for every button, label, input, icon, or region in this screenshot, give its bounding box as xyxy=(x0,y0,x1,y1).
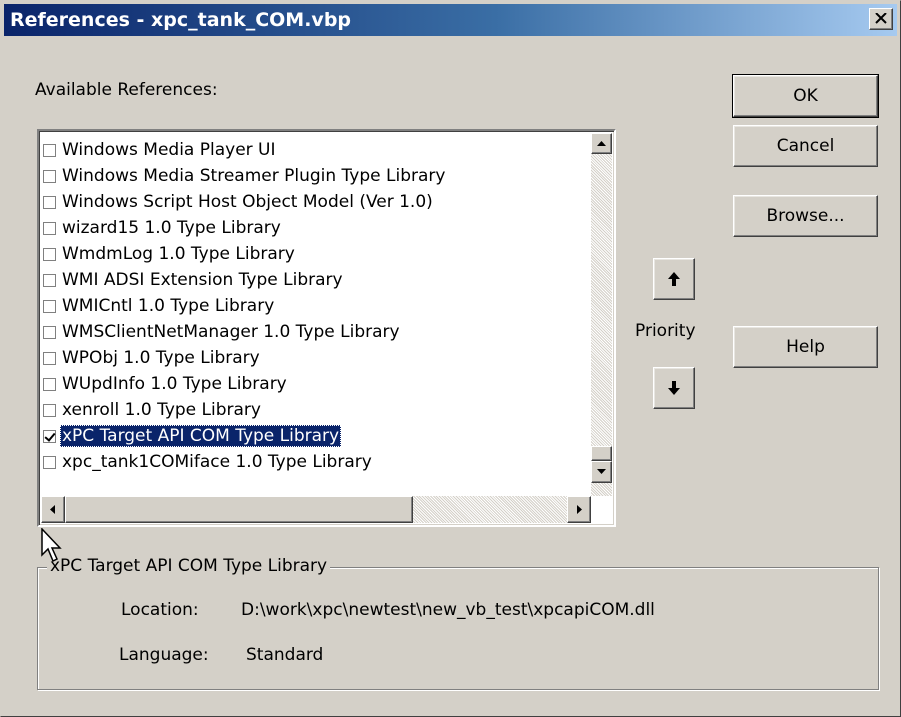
reference-details-group xyxy=(37,567,879,690)
reference-checkbox[interactable] xyxy=(43,377,56,391)
arrow-up-icon xyxy=(668,272,680,286)
reference-list-item[interactable]: Windows Script Host Object Model (Ver 1.… xyxy=(41,189,589,215)
reference-checkbox[interactable] xyxy=(43,429,56,443)
scroll-down-button[interactable] xyxy=(591,461,612,483)
reference-label: WUpdInfo 1.0 Type Library xyxy=(62,374,287,394)
reference-list-item[interactable]: WmdmLog 1.0 Type Library xyxy=(41,241,589,267)
reference-label: WMI ADSI Extension Type Library xyxy=(62,270,343,290)
scroll-right-button[interactable] xyxy=(567,496,591,523)
scroll-thumb[interactable] xyxy=(591,446,612,461)
reference-checkbox[interactable] xyxy=(43,325,56,339)
reference-checkbox[interactable] xyxy=(43,143,56,157)
reference-label: WmdmLog 1.0 Type Library xyxy=(62,244,295,264)
reference-checkbox[interactable] xyxy=(43,169,56,183)
references-list[interactable]: Windows Media Player UI Windows Media Str… xyxy=(41,133,589,496)
scroll-up-arrow-icon xyxy=(597,141,606,146)
vertical-scrollbar[interactable] xyxy=(591,133,612,496)
reference-list-item[interactable]: wizard15 1.0 Type Library xyxy=(41,215,589,241)
reference-label: xpc_tank1COMiface 1.0 Type Library xyxy=(62,452,372,472)
priority-label: Priority xyxy=(635,321,696,341)
window-title: References - xpc_tank_COM.vbp xyxy=(10,9,352,31)
cancel-button[interactable]: Cancel xyxy=(733,125,878,167)
reference-checkbox[interactable] xyxy=(43,273,56,287)
reference-label: Windows Media Streamer Plugin Type Libra… xyxy=(62,166,446,186)
reference-list-item[interactable]: WMSClientNetManager 1.0 Type Library xyxy=(41,319,589,345)
language-value: Standard xyxy=(246,645,324,665)
reference-label: WMSClientNetManager 1.0 Type Library xyxy=(62,322,400,342)
horizontal-scrollbar[interactable] xyxy=(41,496,591,523)
reference-list-item[interactable]: WPObj 1.0 Type Library xyxy=(41,345,589,371)
reference-label: wizard15 1.0 Type Library xyxy=(62,218,281,238)
reference-checkbox[interactable] xyxy=(43,299,56,313)
title-bar[interactable]: References - xpc_tank_COM.vbp xyxy=(4,4,897,36)
reference-list-item[interactable]: WMI ADSI Extension Type Library xyxy=(41,267,589,293)
scroll-down-arrow-icon xyxy=(597,469,606,474)
location-label: Location: xyxy=(121,600,199,620)
ok-button[interactable]: OK xyxy=(732,74,879,118)
arrow-down-icon xyxy=(668,381,680,395)
references-listbox[interactable]: Windows Media Player UI Windows Media Str… xyxy=(37,129,616,527)
reference-checkbox[interactable] xyxy=(43,351,56,365)
reference-checkbox[interactable] xyxy=(43,403,56,417)
reference-list-item[interactable]: xPC Target API COM Type Library xyxy=(41,423,589,449)
location-value: D:\work\xpc\newtest\new_vb_test\xpcapiCO… xyxy=(241,600,655,620)
reference-checkbox[interactable] xyxy=(43,455,56,469)
reference-list-item[interactable]: xpc_tank1COMiface 1.0 Type Library xyxy=(41,449,589,475)
browse-button[interactable]: Browse... xyxy=(733,195,878,237)
close-button[interactable] xyxy=(869,8,893,30)
reference-label: WMICntl 1.0 Type Library xyxy=(62,296,275,316)
reference-checkbox[interactable] xyxy=(43,221,56,235)
language-label: Language: xyxy=(119,645,209,665)
reference-list-item[interactable]: Windows Media Player UI xyxy=(41,137,589,163)
reference-checkbox[interactable] xyxy=(43,247,56,261)
scroll-right-arrow-icon xyxy=(577,505,582,514)
mouse-pointer-icon xyxy=(41,528,62,563)
reference-label: xPC Target API COM Type Library xyxy=(60,425,342,447)
scroll-left-arrow-icon xyxy=(50,505,55,514)
scroll-left-button[interactable] xyxy=(41,496,65,523)
available-references-label: Available References: xyxy=(35,80,218,100)
reference-list-item[interactable]: Windows Media Streamer Plugin Type Libra… xyxy=(41,163,589,189)
reference-label: xenroll 1.0 Type Library xyxy=(62,400,261,420)
reference-label: Windows Media Player UI xyxy=(62,140,276,160)
priority-up-button[interactable] xyxy=(653,258,695,300)
reference-list-item[interactable]: WUpdInfo 1.0 Type Library xyxy=(41,371,589,397)
reference-label: WPObj 1.0 Type Library xyxy=(62,348,260,368)
close-icon xyxy=(875,13,887,24)
horizontal-scroll-thumb[interactable] xyxy=(65,496,413,523)
details-group-title: xPC Target API COM Type Library xyxy=(47,556,331,576)
reference-list-item[interactable]: xenroll 1.0 Type Library xyxy=(41,397,589,423)
priority-down-button[interactable] xyxy=(653,367,695,409)
reference-checkbox[interactable] xyxy=(43,195,56,209)
help-button[interactable]: Help xyxy=(733,326,878,368)
reference-label: Windows Script Host Object Model (Ver 1.… xyxy=(62,192,433,212)
reference-list-item[interactable]: WMICntl 1.0 Type Library xyxy=(41,293,589,319)
scroll-up-button[interactable] xyxy=(591,133,612,154)
references-dialog: References - xpc_tank_COM.vbp Available … xyxy=(0,0,901,717)
